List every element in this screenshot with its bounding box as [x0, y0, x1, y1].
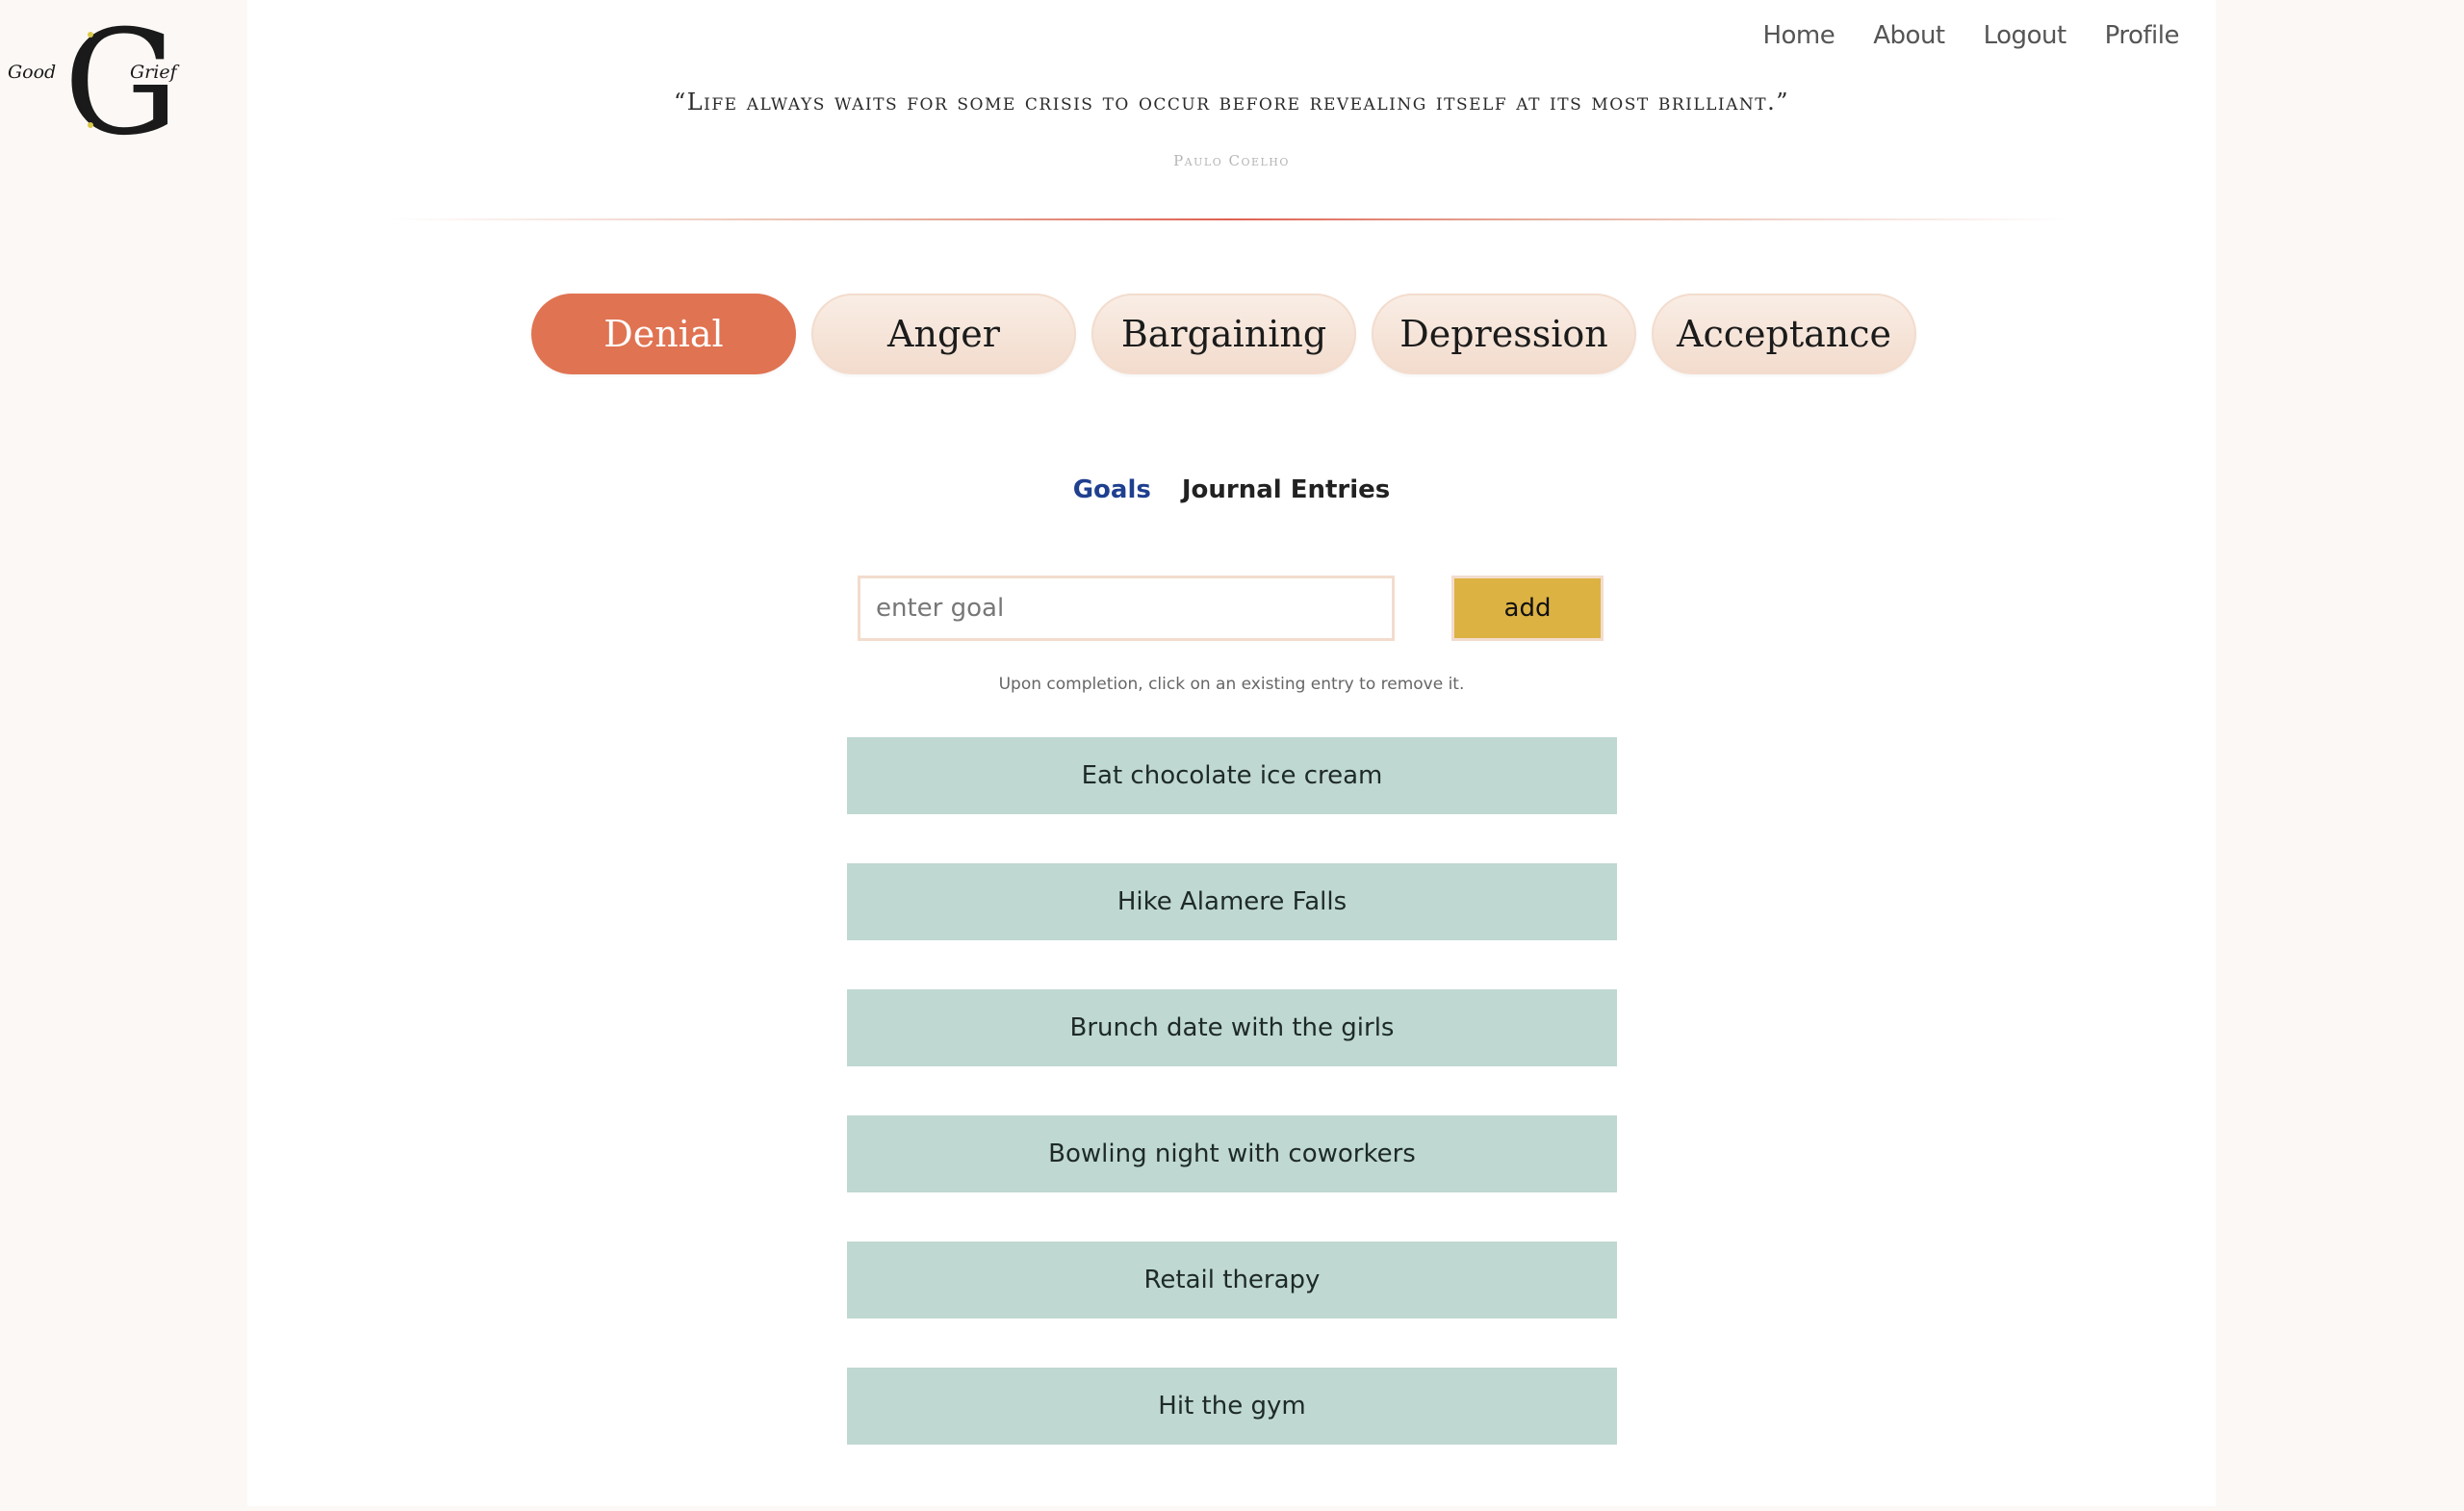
goals-list: Eat chocolate ice cream Hike Alamere Fal… [847, 737, 1617, 1494]
logo-left-word: Good [8, 62, 56, 83]
stage-depression-button[interactable]: Depression [1372, 294, 1636, 374]
top-nav: Home About Logout Profile [1762, 21, 2179, 50]
nav-about-link[interactable]: About [1873, 21, 1945, 50]
nav-home-link[interactable]: Home [1762, 21, 1835, 50]
grief-stage-tabs: Denial Anger Bargaining Depression Accep… [531, 294, 1916, 374]
logo[interactable]: G Good Grief [8, 17, 181, 142]
content-tabs: Goals Journal Entries [247, 475, 2216, 504]
goal-item[interactable]: Eat chocolate ice cream [847, 737, 1617, 814]
goal-item[interactable]: Hit the gym [847, 1368, 1617, 1445]
quote-author: Paulo Coelho [1173, 152, 1290, 169]
logo-right-word: Grief [130, 62, 180, 83]
goal-item[interactable]: Bowling night with coworkers [847, 1115, 1617, 1192]
goal-item[interactable]: Retail therapy [847, 1242, 1617, 1319]
goal-item[interactable]: Brunch date with the girls [847, 989, 1617, 1066]
nav-logout-link[interactable]: Logout [1984, 21, 2067, 50]
divider [392, 218, 2066, 220]
stage-acceptance-button[interactable]: Acceptance [1652, 294, 1916, 374]
quote-text: “Life always waits for some crisis to oc… [673, 89, 1790, 115]
add-goal-button[interactable]: add [1451, 576, 1604, 641]
good-grief-logo-icon: G Good Grief [8, 17, 180, 142]
goal-input[interactable] [858, 576, 1395, 641]
stage-denial-button[interactable]: Denial [531, 294, 796, 374]
removal-hint: Upon completion, click on an existing en… [998, 675, 1465, 694]
main-panel: Home About Logout Profile “Life always w… [247, 0, 2216, 1506]
tab-journal-entries[interactable]: Journal Entries [1182, 475, 1390, 504]
stage-anger-button[interactable]: Anger [811, 294, 1076, 374]
stage-bargaining-button[interactable]: Bargaining [1091, 294, 1356, 374]
goal-item[interactable]: Hike Alamere Falls [847, 863, 1617, 940]
tab-goals[interactable]: Goals [1073, 475, 1151, 504]
nav-profile-link[interactable]: Profile [2105, 21, 2180, 50]
